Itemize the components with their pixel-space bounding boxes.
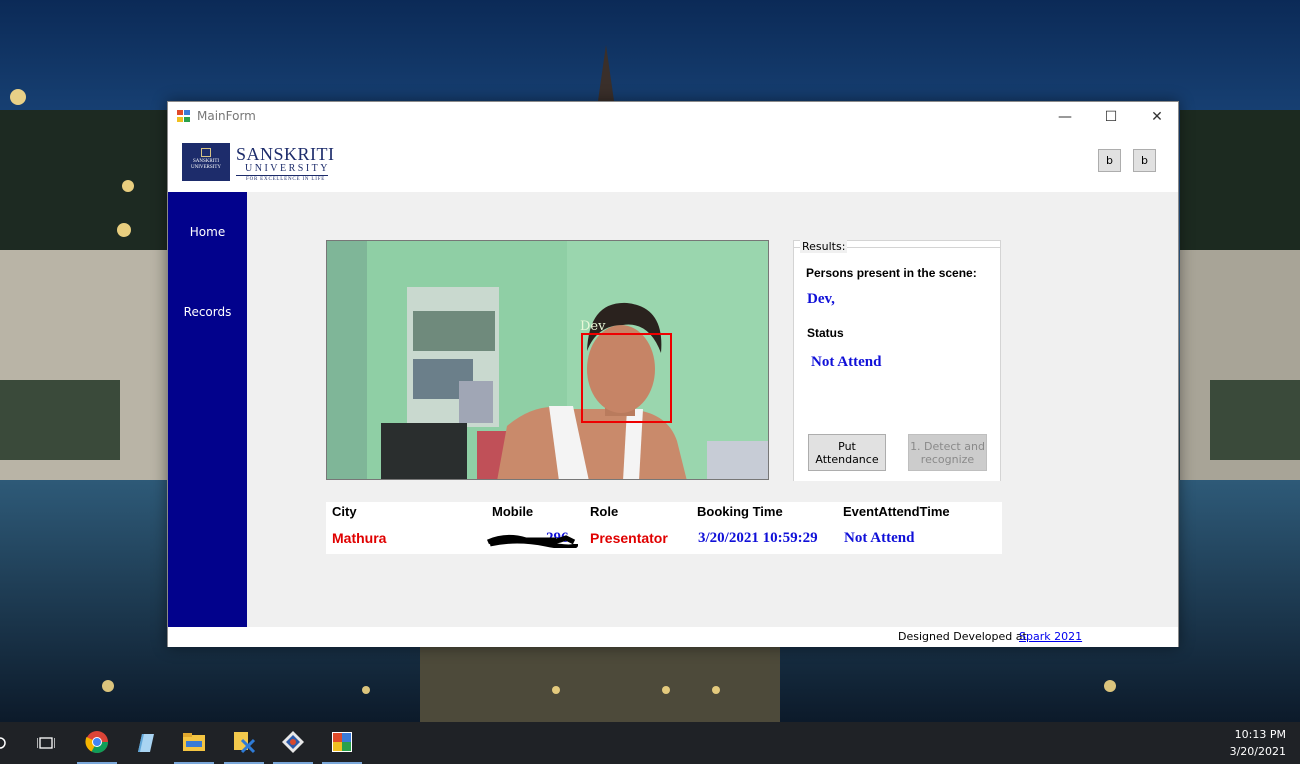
header-city: City bbox=[332, 504, 357, 519]
header-mobile: Mobile bbox=[492, 504, 534, 519]
person-info-table: City Mobile Role Booking Time EventAtten… bbox=[326, 502, 1002, 554]
app-icon[interactable] bbox=[224, 722, 264, 764]
camera-feed: Dev bbox=[326, 240, 769, 480]
header-button-1[interactable]: b bbox=[1098, 149, 1121, 172]
header-role: Role bbox=[590, 504, 619, 519]
header-button-2[interactable]: b bbox=[1133, 149, 1156, 172]
detect-recognize-button[interactable]: 1. Detect and recognize bbox=[908, 434, 987, 471]
app-header: SANSKRITI UNIVERSITY SANSKRITI UNIVERSIT… bbox=[168, 132, 1178, 192]
file-explorer-icon[interactable] bbox=[174, 722, 214, 764]
status-label: Status bbox=[807, 326, 844, 340]
university-logo-text: SANSKRITI UNIVERSITY FOR EXCELLENCE IN L… bbox=[236, 145, 335, 183]
logo-seal-text: SANSKRITI UNIVERSITY bbox=[191, 159, 221, 170]
close-button[interactable]: ✕ bbox=[1134, 102, 1180, 132]
cell-event-attend-time: Not Attend bbox=[844, 530, 915, 546]
task-view-icon[interactable] bbox=[26, 722, 66, 764]
logo-tagline: FOR EXCELLENCE IN LIFE bbox=[236, 175, 328, 183]
camera-frame-image bbox=[327, 241, 768, 479]
detected-face-label: Dev bbox=[580, 319, 606, 334]
sidebar-item-home[interactable]: Home bbox=[168, 225, 247, 239]
footer: Designed Developed at Spark 2021 bbox=[168, 627, 1178, 647]
cell-role: Presentator bbox=[590, 530, 668, 546]
main-form-window: MainForm — ☐ ✕ SANSKRITI UNIVERSITY SANS… bbox=[167, 101, 1179, 647]
face-detection-box bbox=[581, 333, 672, 423]
sidebar-item-records[interactable]: Records bbox=[168, 305, 247, 319]
search-icon[interactable] bbox=[0, 722, 20, 764]
sidebar: Home Records bbox=[168, 192, 247, 627]
mobile-redaction-scribble bbox=[486, 534, 578, 548]
app-window-icon bbox=[177, 110, 191, 123]
results-legend: Results: bbox=[800, 240, 848, 253]
minimize-button[interactable]: — bbox=[1042, 102, 1088, 132]
clock-time: 10:13 PM bbox=[1234, 728, 1286, 741]
header-booking-time: Booking Time bbox=[697, 504, 783, 519]
chrome-icon[interactable] bbox=[77, 722, 117, 764]
persons-value: Dev, bbox=[807, 291, 835, 307]
window-title: MainForm bbox=[197, 109, 256, 123]
taskbar: 10:13 PM 3/20/2021 bbox=[0, 722, 1300, 764]
put-attendance-button[interactable]: Put Attendance bbox=[808, 434, 886, 471]
header-event-attend-time: EventAttendTime bbox=[843, 504, 950, 519]
logo-sub: UNIVERSITY bbox=[245, 163, 330, 174]
footer-text: Designed Developed at bbox=[898, 630, 1027, 643]
status-value: Not Attend bbox=[811, 354, 882, 370]
clock-date: 3/20/2021 bbox=[1229, 745, 1286, 758]
cell-city: Mathura bbox=[332, 530, 387, 546]
footer-link[interactable]: Spark 2021 bbox=[1019, 630, 1082, 643]
results-groupbox: Results: Persons present in the scene: D… bbox=[793, 240, 1001, 481]
university-logo-seal: SANSKRITI UNIVERSITY bbox=[182, 143, 230, 181]
title-bar[interactable]: MainForm — ☐ ✕ bbox=[168, 102, 1178, 132]
logo-name: SANSKRITI bbox=[236, 144, 335, 164]
winforms-app-icon[interactable] bbox=[322, 722, 362, 764]
notepad-icon[interactable] bbox=[125, 722, 165, 764]
cell-booking-time: 3/20/2021 10:59:29 bbox=[698, 530, 818, 546]
git-icon[interactable] bbox=[273, 722, 313, 764]
maximize-button[interactable]: ☐ bbox=[1088, 102, 1134, 132]
seal-emblem-icon bbox=[201, 148, 211, 157]
persons-label: Persons present in the scene: bbox=[806, 266, 977, 280]
system-clock[interactable]: 10:13 PM 3/20/2021 bbox=[1230, 726, 1286, 760]
